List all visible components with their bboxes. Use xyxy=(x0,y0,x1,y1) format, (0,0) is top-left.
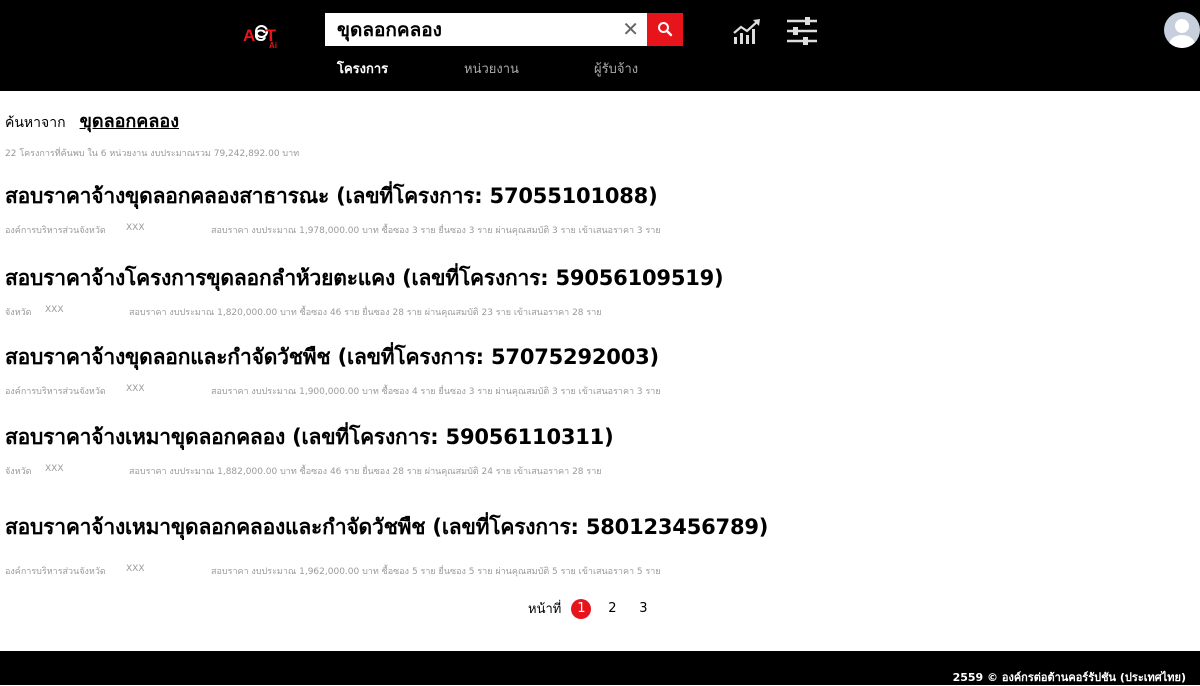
result-title-link[interactable]: สอบราคาจ้างโครงการขุดลอกลำห้วยตะแคง (เลข… xyxy=(5,262,724,295)
close-icon[interactable]: ✕ xyxy=(622,18,639,40)
footer: 2559 © องค์กรต่อต้านคอร์รัปชัน (ประเทศไท… xyxy=(0,651,1200,685)
result-meta: องค์การบริหารส่วนจังหวัด XXX สอบราคา งบป… xyxy=(5,564,768,578)
trend-chart-icon[interactable] xyxy=(732,18,762,46)
result-item: สอบราคาจ้างขุดลอกคลองสาธารณะ (เลขที่โครง… xyxy=(5,180,661,237)
page-1-button[interactable]: 1 xyxy=(571,598,592,619)
result-details: สอบราคา งบประมาณ 1,900,000.00 บาท ซื้อซอ… xyxy=(211,387,661,397)
result-meta: จังหวัด XXX สอบราคา งบประมาณ 1,820,000.0… xyxy=(5,305,723,319)
result-agency: องค์การบริหารส่วนจังหวัด xyxy=(5,387,106,397)
result-code: XXX xyxy=(126,223,145,233)
result-meta: องค์การบริหารส่วนจังหวัด XXX สอบราคา งบป… xyxy=(5,384,661,398)
result-agency: องค์การบริหารส่วนจังหวัด xyxy=(5,567,106,577)
result-title-link[interactable]: สอบราคาจ้างขุดลอกและกำจัดวัชพืช (เลขที่โ… xyxy=(5,341,659,374)
tab-contractors[interactable]: ผู้รับจ้าง xyxy=(594,58,638,79)
search-box: ✕ xyxy=(325,13,647,46)
person-silhouette-icon xyxy=(1169,19,1195,48)
result-item: สอบราคาจ้างเหมาขุดลอกคลองและกำจัดวัชพืช … xyxy=(5,511,768,578)
result-code: XXX xyxy=(45,305,64,315)
result-title-link[interactable]: สอบราคาจ้างเหมาขุดลอกคลองและกำจัดวัชพืช … xyxy=(5,511,768,544)
result-item: สอบราคาจ้างโครงการขุดลอกลำห้วยตะแคง (เลข… xyxy=(5,262,724,319)
result-code: XXX xyxy=(126,384,145,394)
top-header: ACT Ai ✕ โครงการ หน่วยงาน ผู้รับจ้าง xyxy=(0,0,1200,91)
result-title-link[interactable]: สอบราคาจ้างขุดลอกคลองสาธารณะ (เลขที่โครง… xyxy=(5,180,658,213)
logo-sub-text: Ai xyxy=(269,41,277,50)
pagination: หน้าที่ 1 2 3 xyxy=(528,598,664,619)
footer-copyright: 2559 © องค์กรต่อต้านคอร์รัปชัน (ประเทศไท… xyxy=(952,671,1186,684)
search-icon xyxy=(658,22,673,37)
tab-projects[interactable]: โครงการ xyxy=(337,58,388,79)
search-input[interactable] xyxy=(325,13,615,46)
result-meta: จังหวัด XXX สอบราคา งบประมาณ 1,882,000.0… xyxy=(5,464,614,478)
result-title-link[interactable]: สอบราคาจ้างเหมาขุดลอกคลอง (เลขที่โครงการ… xyxy=(5,421,614,454)
result-meta: องค์การบริหารส่วนจังหวัด XXX สอบราคา งบป… xyxy=(5,223,661,237)
result-agency: องค์การบริหารส่วนจังหวัด xyxy=(5,226,106,236)
page-label: หน้าที่ xyxy=(528,602,562,617)
result-details: สอบราคา งบประมาณ 1,820,000.00 บาท ซื้อซอ… xyxy=(129,308,602,318)
search-button[interactable] xyxy=(647,13,683,46)
result-agency: จังหวัด xyxy=(5,308,32,318)
search-context: ค้นหาจาก ขุดลอกคลอง xyxy=(5,106,179,135)
search-term-link[interactable]: ขุดลอกคลอง xyxy=(80,106,179,135)
search-from-label: ค้นหาจาก xyxy=(5,115,66,131)
result-code: XXX xyxy=(126,564,145,574)
result-item: สอบราคาจ้างเหมาขุดลอกคลอง (เลขที่โครงการ… xyxy=(5,421,614,478)
page-2-button[interactable]: 2 xyxy=(602,599,622,619)
act-ai-logo[interactable]: ACT Ai xyxy=(243,20,283,52)
sliders-icon[interactable] xyxy=(786,16,818,46)
results-summary: 22 โครงการที่ค้นพบ ใน 6 หน่วยงาน งบประมา… xyxy=(5,149,300,159)
page-3-button[interactable]: 3 xyxy=(633,599,653,619)
result-code: XXX xyxy=(45,464,64,474)
result-item: สอบราคาจ้างขุดลอกและกำจัดวัชพืช (เลขที่โ… xyxy=(5,341,661,398)
result-agency: จังหวัด xyxy=(5,467,32,477)
result-details: สอบราคา งบประมาณ 1,962,000.00 บาท ซื้อซอ… xyxy=(211,567,661,577)
result-details: สอบราคา งบประมาณ 1,882,000.00 บาท ซื้อซอ… xyxy=(129,467,602,477)
tab-agencies[interactable]: หน่วยงาน xyxy=(464,58,519,79)
user-avatar-icon[interactable] xyxy=(1164,12,1200,48)
result-details: สอบราคา งบประมาณ 1,978,000.00 บาท ซื้อซอ… xyxy=(211,226,661,236)
